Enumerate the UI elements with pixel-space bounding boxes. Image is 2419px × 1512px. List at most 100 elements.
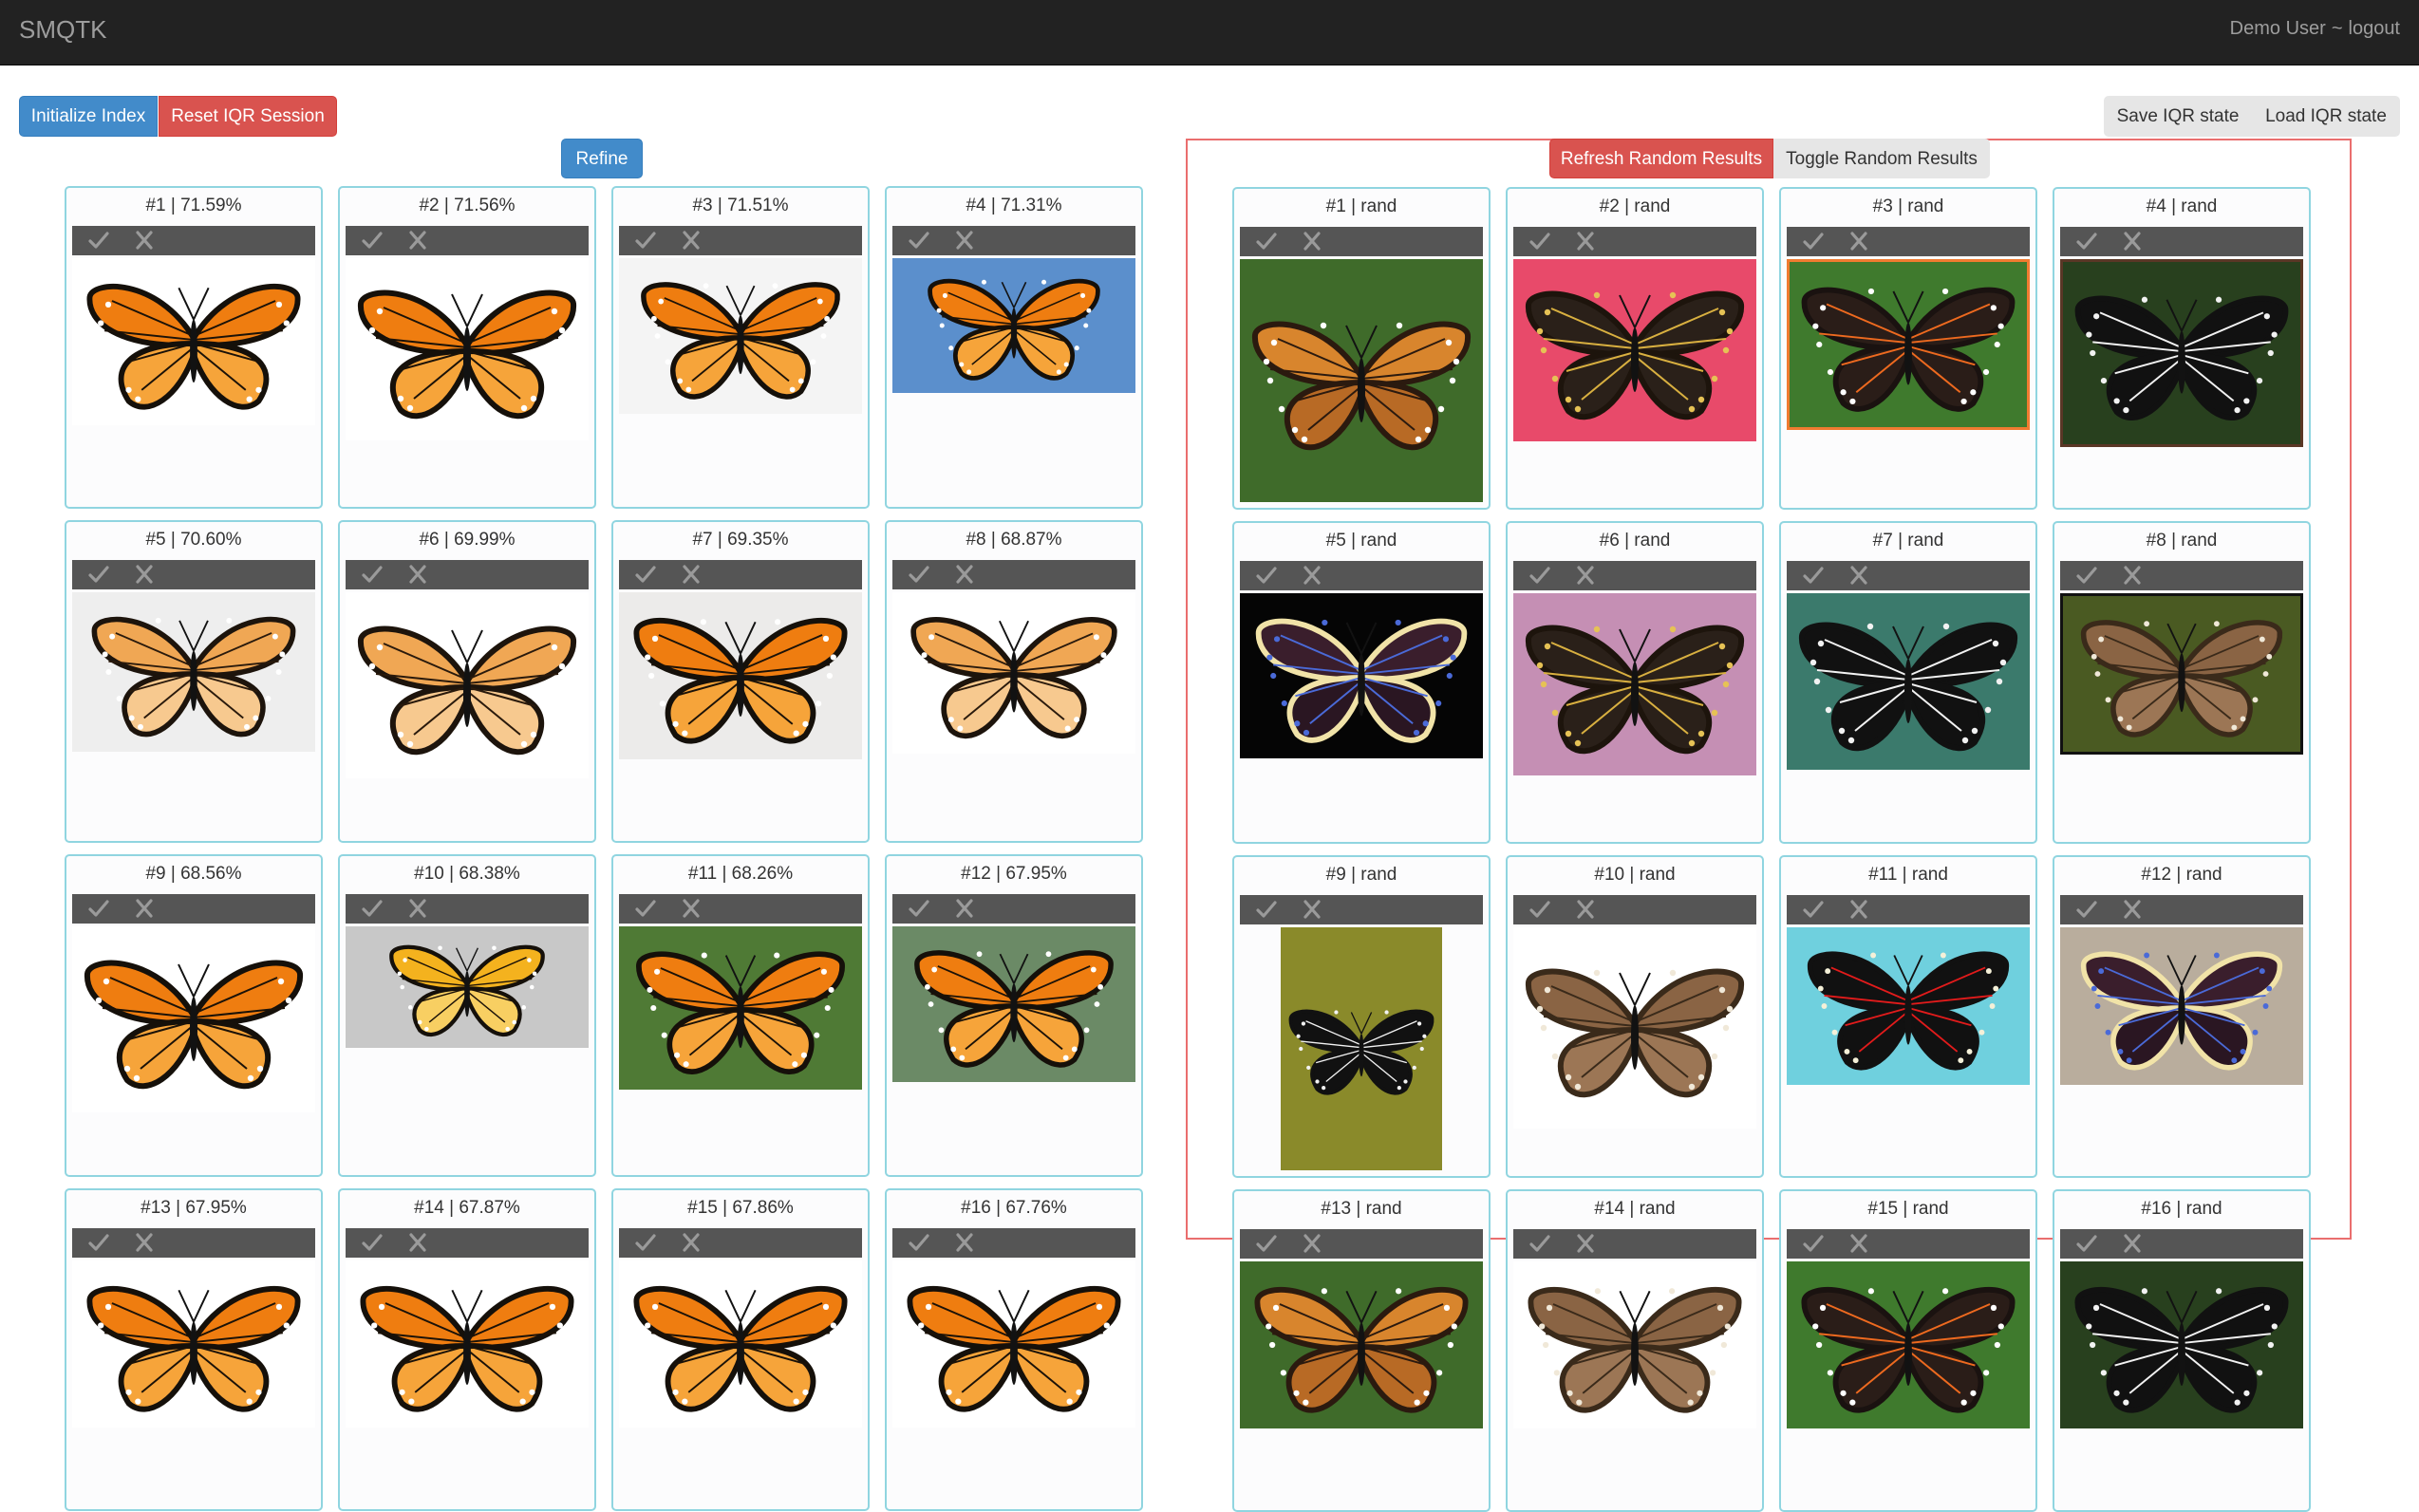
check-icon[interactable] (1796, 561, 1830, 590)
result-thumbnail[interactable] (72, 592, 315, 752)
refresh-random-results-button[interactable]: Refresh Random Results (1549, 139, 1773, 178)
initialize-index-button[interactable]: Initialize Index (19, 96, 158, 137)
close-icon[interactable] (1568, 561, 1603, 590)
check-icon[interactable] (355, 1228, 389, 1258)
close-icon[interactable] (2115, 227, 2149, 256)
result-thumbnail[interactable] (72, 258, 315, 425)
close-icon[interactable] (674, 1228, 708, 1258)
result-thumbnail[interactable] (346, 258, 589, 440)
close-icon[interactable] (127, 226, 161, 255)
check-icon[interactable] (355, 226, 389, 255)
check-icon[interactable] (902, 1228, 936, 1258)
load-iqr-state-button[interactable]: Load IQR state (2252, 96, 2400, 137)
check-icon[interactable] (82, 226, 116, 255)
close-icon[interactable] (127, 894, 161, 924)
random-result-thumbnail[interactable] (1240, 259, 1483, 502)
check-icon[interactable] (1796, 227, 1830, 256)
result-thumbnail[interactable] (619, 1260, 862, 1428)
close-icon[interactable] (1842, 895, 1876, 924)
check-icon[interactable] (628, 894, 663, 924)
random-result-thumbnail[interactable] (1281, 927, 1442, 1170)
close-icon[interactable] (127, 560, 161, 589)
check-icon[interactable] (1249, 561, 1284, 590)
close-icon[interactable] (1568, 227, 1603, 256)
check-icon[interactable] (628, 226, 663, 255)
check-icon[interactable] (82, 560, 116, 589)
close-icon[interactable] (2115, 561, 2149, 590)
close-icon[interactable] (1842, 227, 1876, 256)
close-icon[interactable] (401, 226, 435, 255)
close-icon[interactable] (1568, 895, 1603, 924)
check-icon[interactable] (1523, 895, 1557, 924)
result-thumbnail[interactable] (346, 1260, 589, 1428)
result-thumbnail[interactable] (892, 1260, 1135, 1428)
reset-iqr-session-button[interactable]: Reset IQR Session (159, 96, 337, 137)
random-result-thumbnail[interactable] (1513, 259, 1756, 441)
check-icon[interactable] (1249, 895, 1284, 924)
close-icon[interactable] (127, 1228, 161, 1258)
check-icon[interactable] (355, 894, 389, 924)
check-icon[interactable] (1249, 1229, 1284, 1259)
random-result-thumbnail[interactable] (2060, 1261, 2303, 1428)
close-icon[interactable] (674, 560, 708, 589)
check-icon[interactable] (1796, 895, 1830, 924)
check-icon[interactable] (355, 560, 389, 589)
check-icon[interactable] (2070, 895, 2104, 924)
check-icon[interactable] (628, 1228, 663, 1258)
toggle-random-results-button[interactable]: Toggle Random Results (1773, 139, 1990, 178)
random-result-thumbnail[interactable] (1513, 1261, 1756, 1428)
close-icon[interactable] (1842, 561, 1876, 590)
brand-logo[interactable]: SMQTK (19, 15, 106, 45)
check-icon[interactable] (82, 1228, 116, 1258)
check-icon[interactable] (2070, 561, 2104, 590)
close-icon[interactable] (674, 894, 708, 924)
close-icon[interactable] (1295, 1229, 1329, 1259)
random-result-thumbnail[interactable] (1513, 927, 1756, 1129)
close-icon[interactable] (401, 1228, 435, 1258)
check-icon[interactable] (82, 894, 116, 924)
result-thumbnail[interactable] (346, 592, 589, 778)
close-icon[interactable] (2115, 895, 2149, 924)
random-result-thumbnail[interactable] (2060, 259, 2303, 447)
check-icon[interactable] (902, 894, 936, 924)
check-icon[interactable] (1523, 561, 1557, 590)
check-icon[interactable] (1523, 227, 1557, 256)
check-icon[interactable] (902, 560, 936, 589)
result-thumbnail[interactable] (619, 926, 862, 1090)
random-result-thumbnail[interactable] (2060, 593, 2303, 755)
random-result-thumbnail[interactable] (1240, 1261, 1483, 1428)
close-icon[interactable] (947, 226, 982, 255)
random-result-thumbnail[interactable] (1513, 593, 1756, 775)
check-icon[interactable] (2070, 1229, 2104, 1259)
check-icon[interactable] (902, 226, 936, 255)
random-result-thumbnail[interactable] (1787, 1261, 2030, 1428)
result-thumbnail[interactable] (72, 926, 315, 1112)
result-thumbnail[interactable] (72, 1260, 315, 1428)
logout-link[interactable]: logout (2349, 18, 2401, 39)
close-icon[interactable] (674, 226, 708, 255)
close-icon[interactable] (1295, 227, 1329, 256)
check-icon[interactable] (1796, 1229, 1830, 1259)
close-icon[interactable] (401, 894, 435, 924)
close-icon[interactable] (1842, 1229, 1876, 1259)
close-icon[interactable] (1295, 561, 1329, 590)
close-icon[interactable] (2115, 1229, 2149, 1259)
close-icon[interactable] (947, 560, 982, 589)
close-icon[interactable] (947, 1228, 982, 1258)
random-result-thumbnail[interactable] (1240, 593, 1483, 758)
close-icon[interactable] (1568, 1229, 1603, 1259)
close-icon[interactable] (401, 560, 435, 589)
random-result-thumbnail[interactable] (1787, 593, 2030, 770)
result-thumbnail[interactable] (892, 926, 1135, 1082)
check-icon[interactable] (1523, 1229, 1557, 1259)
check-icon[interactable] (1249, 227, 1284, 256)
check-icon[interactable] (628, 560, 663, 589)
close-icon[interactable] (1295, 895, 1329, 924)
result-thumbnail[interactable] (346, 926, 589, 1048)
result-thumbnail[interactable] (892, 592, 1135, 754)
save-iqr-state-button[interactable]: Save IQR state (2104, 96, 2252, 137)
result-thumbnail[interactable] (892, 258, 1135, 393)
check-icon[interactable] (2070, 227, 2104, 256)
refine-button[interactable]: Refine (561, 139, 643, 178)
random-result-thumbnail[interactable] (1787, 927, 2030, 1085)
